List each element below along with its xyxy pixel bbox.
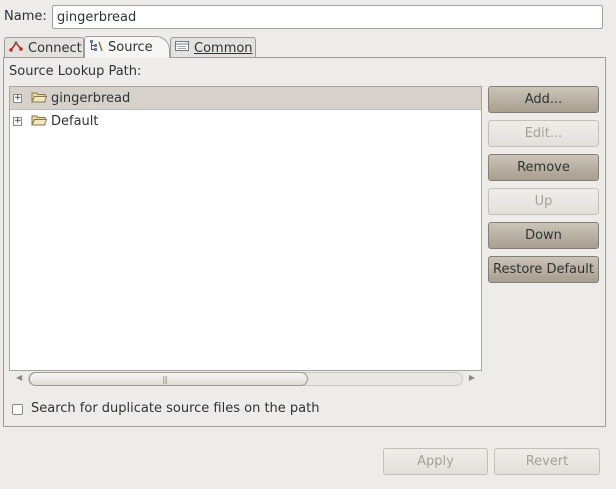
tab-source[interactable]: Source (84, 36, 170, 58)
restore-default-button[interactable]: Restore Default (488, 256, 599, 283)
folder-icon (31, 90, 48, 108)
search-duplicates-label: Search for duplicate source files on the… (31, 401, 320, 416)
tab-common-label: Common (194, 40, 253, 56)
horizontal-scrollbar[interactable]: ◀ ||| ▶ (9, 371, 482, 387)
tab-common[interactable]: Common (170, 37, 256, 58)
name-field[interactable] (52, 5, 603, 29)
revert-button[interactable]: Revert (494, 448, 600, 475)
tab-source-label: Source (108, 40, 153, 55)
tree-item-label: gingerbread (51, 90, 131, 106)
connect-icon (8, 39, 24, 57)
tab-connect[interactable]: Connect (4, 37, 84, 58)
tree-item-default[interactable]: + Default (10, 110, 481, 132)
tree-item-gingerbread[interactable]: + gingerbread (10, 87, 481, 110)
source-icon (88, 39, 104, 57)
source-lookup-tree[interactable]: + gingerbread + Default (9, 86, 482, 371)
add-button[interactable]: Add... (488, 86, 599, 113)
scroll-right-icon[interactable]: ▶ (469, 373, 475, 382)
edit-button[interactable]: Edit... (488, 120, 599, 147)
scroll-left-icon[interactable]: ◀ (16, 373, 22, 382)
expand-icon[interactable]: + (13, 116, 22, 126)
up-button[interactable]: Up (488, 188, 599, 215)
grip-icon: ||| (162, 375, 168, 384)
tree-item-label: Default (51, 113, 99, 129)
common-icon (174, 39, 190, 57)
apply-button[interactable]: Apply (383, 448, 488, 475)
folder-icon (31, 113, 48, 131)
tab-connect-label: Connect (28, 40, 82, 56)
search-duplicates-checkbox[interactable] (12, 404, 23, 415)
down-button[interactable]: Down (488, 222, 599, 249)
expand-icon[interactable]: + (13, 93, 22, 103)
scrollbar-thumb[interactable]: ||| (29, 372, 308, 386)
name-label: Name: (4, 9, 47, 24)
remove-button[interactable]: Remove (488, 154, 599, 181)
source-lookup-path-label: Source Lookup Path: (9, 64, 142, 79)
